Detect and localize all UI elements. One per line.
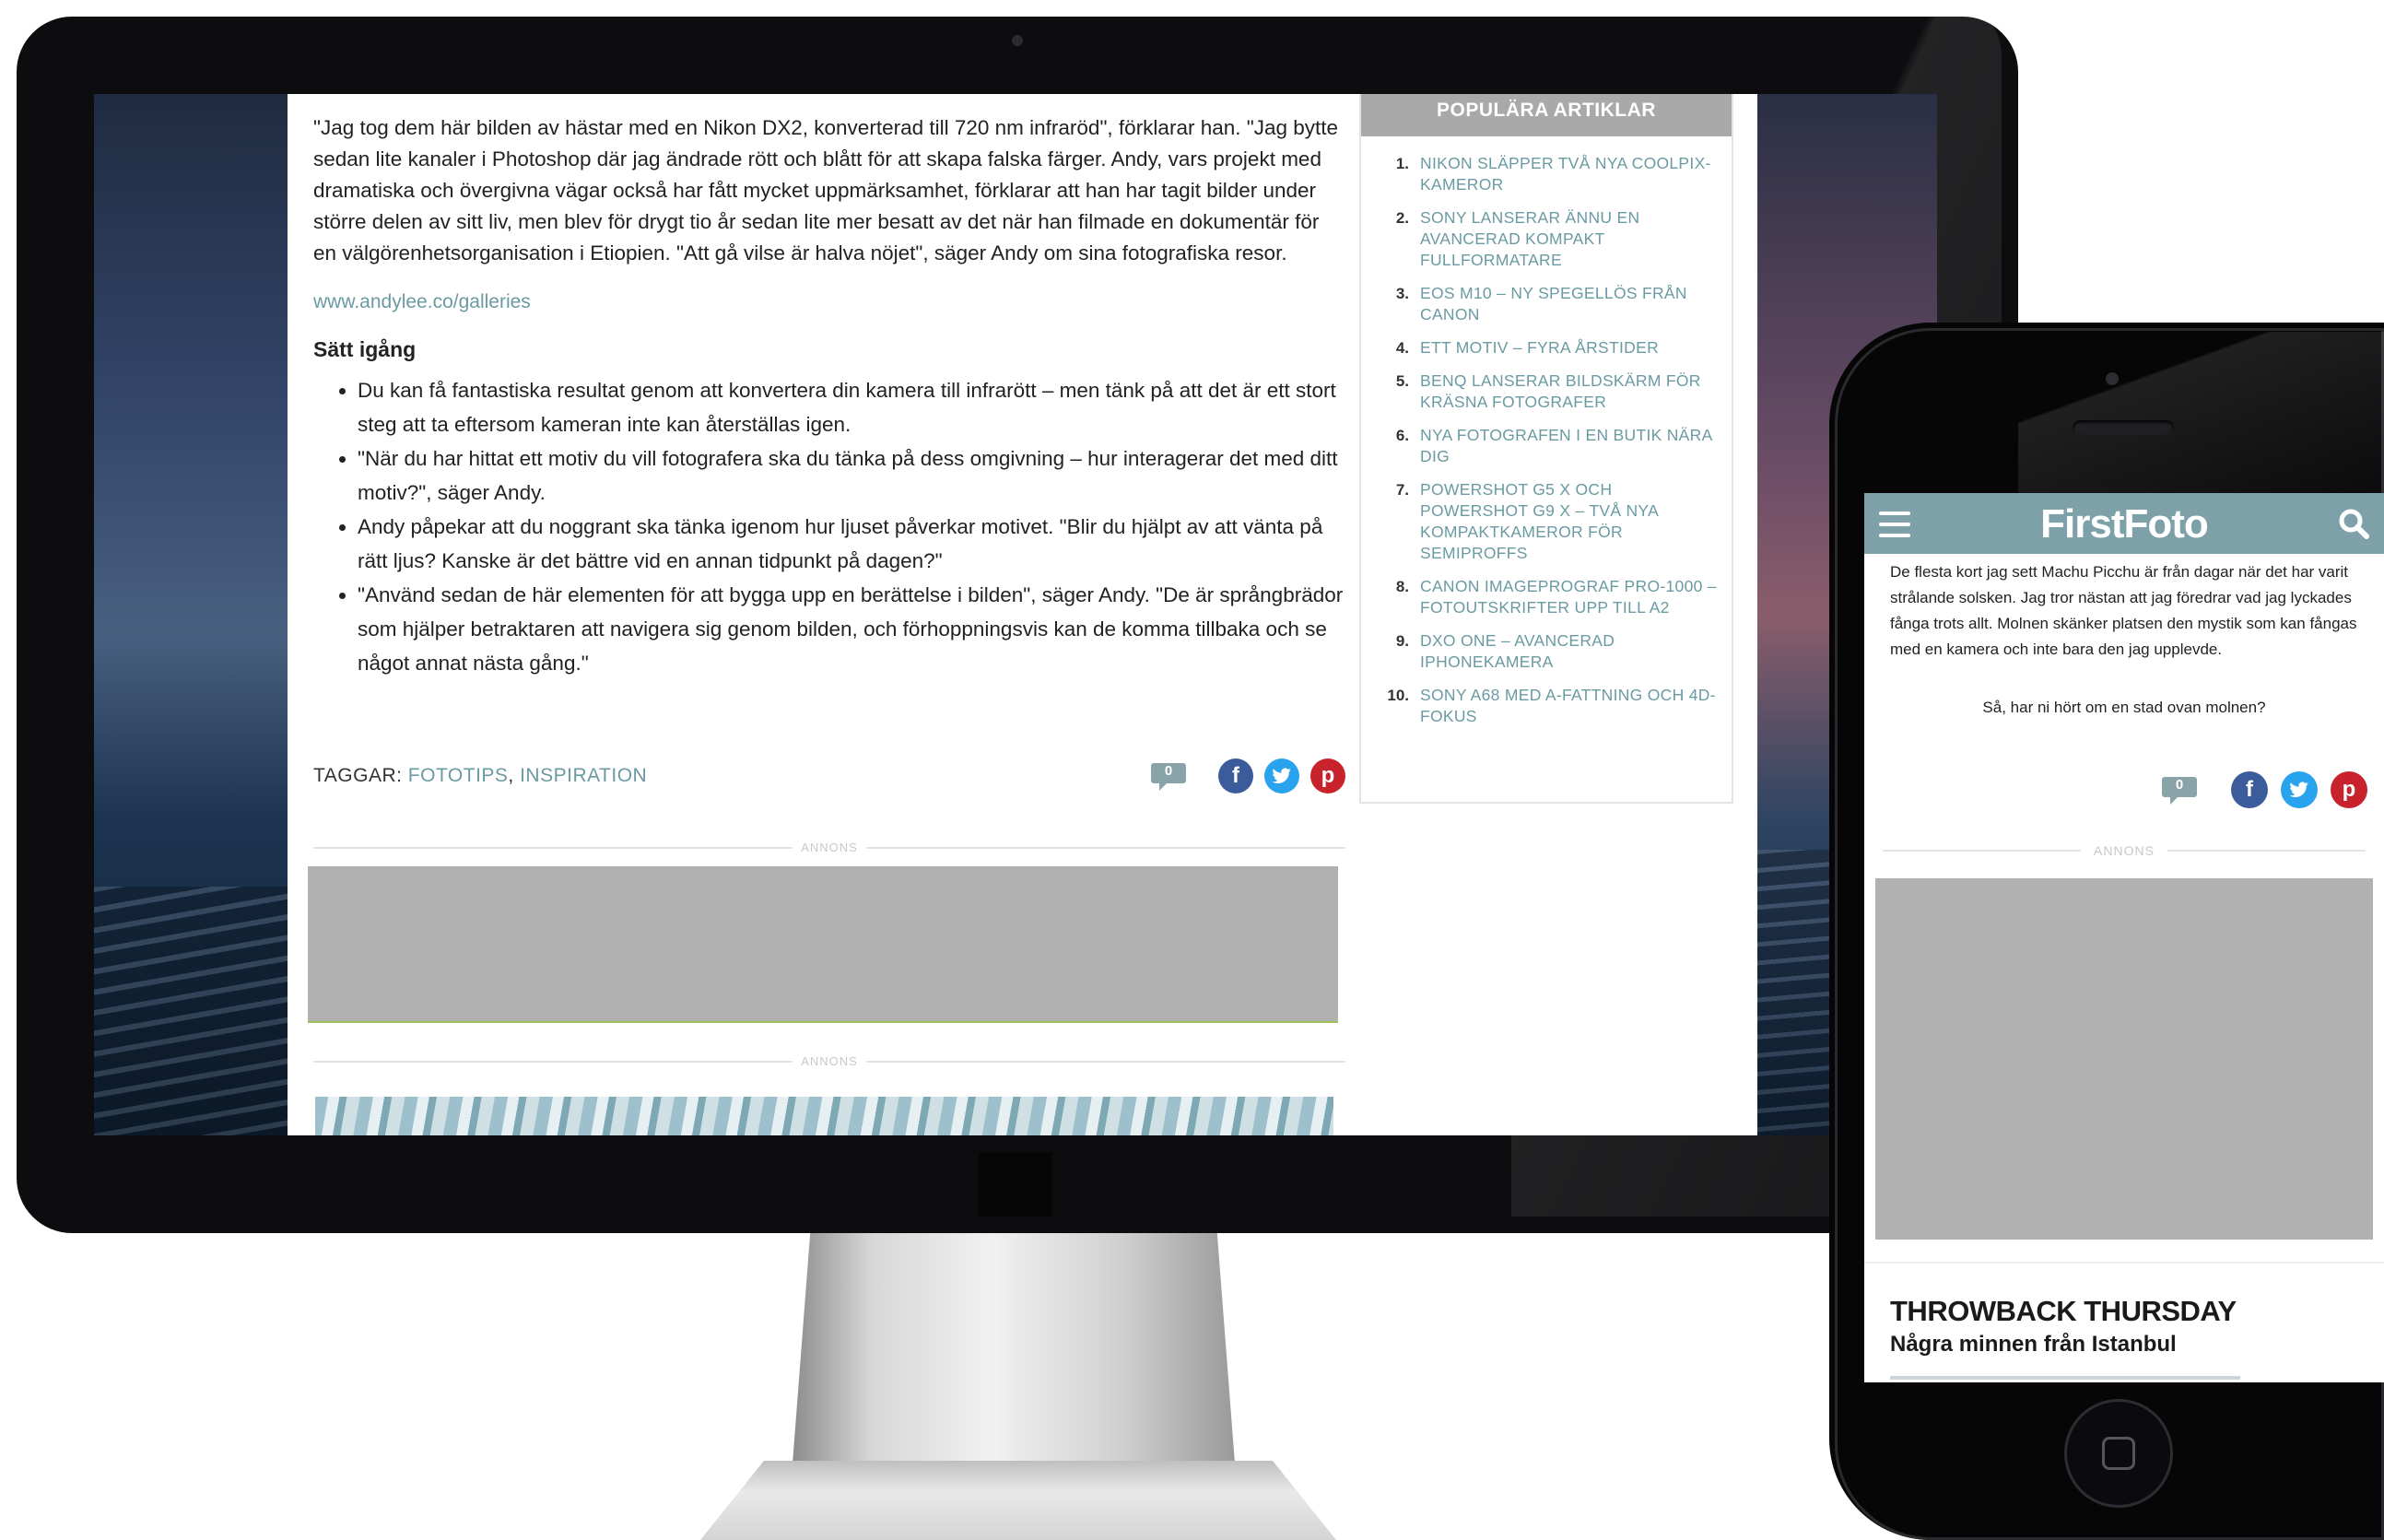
section-divider: [1864, 1262, 2384, 1264]
mobile-share-bar: 0 f p: [2161, 770, 2367, 810]
mobile-caption: Så, har ni hört om en stad ovan molnen?: [1982, 699, 2266, 716]
list-item[interactable]: 8. CANON IMAGEPROGRAF PRO-1000 – FOTOUTSK…: [1370, 576, 1719, 618]
list-item[interactable]: 4. ETT MOTIV – FYRA ÅRSTIDER: [1370, 337, 1719, 359]
mobile-header: FirstFoto: [1864, 493, 2384, 554]
ad-divider: ANNONS: [313, 839, 1345, 857]
facebook-icon[interactable]: f: [1218, 758, 1253, 794]
list-item: Andy påpekar att du noggrant ska tänka i…: [358, 510, 1345, 578]
phone-speaker: [2073, 420, 2174, 435]
gallery-link[interactable]: www.andylee.co/galleries: [313, 291, 1345, 313]
next-article-subtitle[interactable]: Några minnen från Istanbul: [1890, 1332, 2177, 1358]
item-number: 4.: [1395, 339, 1409, 357]
ad-banner[interactable]: [1875, 878, 2373, 1240]
list-item[interactable]: 5. BENQ LANSERAR BILDSKÄRM FÖR KRÄSNA FOT…: [1370, 370, 1719, 413]
list-item[interactable]: 3. EOS M10 – NY SPEGELLÖS FRÅN CANON: [1370, 283, 1719, 325]
phone-reflection: [2018, 332, 2384, 498]
item-title[interactable]: NIKON SLÄPPER TVÅ NYA COOLPIX-KAMEROR: [1420, 153, 1719, 195]
list-item: "När du har hittat ett motiv du vill fot…: [358, 441, 1345, 510]
list-item[interactable]: 10. SONY A68 MED A-FATTNING OCH 4D-FOKUS: [1370, 685, 1719, 727]
next-article-title[interactable]: THROWBACK THURSDAY: [1890, 1295, 2237, 1328]
list-item: Du kan få fantastiska resultat genom att…: [358, 373, 1345, 441]
popular-articles-list: 1. NIKON SLÄPPER TVÅ NYA COOLPIX-KAMEROR …: [1361, 153, 1732, 727]
comment-icon[interactable]: 0: [2161, 774, 2198, 805]
list-item[interactable]: 2. SONY LANSERAR ÄNNU EN AVANCERAD KOMPAK…: [1370, 207, 1719, 271]
next-article-excerpt: [1890, 1376, 2240, 1380]
item-title[interactable]: ETT MOTIV – FYRA ÅRSTIDER: [1420, 337, 1659, 359]
article-page: "Jag tog dem här bilden av hästar med en…: [288, 94, 1757, 1135]
item-title[interactable]: SONY LANSERAR ÄNNU EN AVANCERAD KOMPAKT …: [1420, 207, 1719, 271]
desktop-screen: "Jag tog dem här bilden av hästar med en…: [94, 94, 1937, 1135]
twitter-icon[interactable]: [1264, 758, 1299, 794]
divider-line: [866, 847, 1345, 849]
article-paragraph: "Jag tog dem här bilden av hästar med en…: [313, 116, 1339, 265]
monitor-stand-base: [700, 1461, 1336, 1540]
item-number: 9.: [1395, 632, 1409, 650]
item-number: 2.: [1395, 209, 1409, 227]
list-item[interactable]: 9. DXO ONE – AVANCERAD IPHONEKAMERA: [1370, 630, 1719, 673]
popular-articles: POPULÄRA ARTIKLAR 1. NIKON SLÄPPER TVÅ NY…: [1359, 94, 1733, 804]
mobile-screen: FirstFoto De flesta kort jag sett Machu …: [1864, 493, 2384, 1382]
article-subhead: Sätt igång: [313, 337, 417, 361]
item-title[interactable]: POWERSHOT G5 X OCH POWERSHOT G9 X – TVÅ …: [1420, 479, 1719, 564]
tag-link[interactable]: INSPIRATION: [520, 765, 647, 786]
pinterest-icon[interactable]: p: [1310, 758, 1345, 794]
home-icon: [2102, 1437, 2135, 1470]
item-number: 5.: [1395, 372, 1409, 390]
list-item[interactable]: 1. NIKON SLÄPPER TVÅ NYA COOLPIX-KAMEROR: [1370, 153, 1719, 195]
background-photo-left: [94, 94, 288, 1135]
item-title[interactable]: NYA FOTOGRAFEN I EN BUTIK NÄRA DIG: [1420, 425, 1719, 467]
item-title[interactable]: BENQ LANSERAR BILDSKÄRM FÖR KRÄSNA FOTOG…: [1420, 370, 1719, 413]
ad-banner[interactable]: [308, 866, 1338, 1023]
divider-line: [2167, 850, 2366, 852]
tags-label: TAGGAR:: [313, 765, 403, 786]
ad-divider: ANNONS: [313, 1052, 1345, 1071]
divider-line: [866, 1061, 1345, 1063]
monitor-logo: [979, 1152, 1052, 1217]
item-number: 3.: [1395, 285, 1409, 302]
tips-list: Du kan få fantastiska resultat genom att…: [313, 373, 1345, 680]
list-item[interactable]: 7. POWERSHOT G5 X OCH POWERSHOT G9 X – TV…: [1370, 479, 1719, 564]
list-item[interactable]: 6. NYA FOTOGRAFEN I EN BUTIK NÄRA DIG: [1370, 425, 1719, 467]
tags-share-row: TAGGAR: FOTOTIPS, INSPIRATION 0 f p: [313, 758, 1345, 794]
item-number: 1.: [1395, 155, 1409, 172]
phone-camera: [2106, 372, 2119, 385]
tag-link[interactable]: FOTOTIPS: [408, 765, 509, 786]
site-logo[interactable]: FirstFoto: [1864, 501, 2384, 547]
item-number: 8.: [1395, 578, 1409, 595]
monitor-camera: [1012, 35, 1023, 46]
comment-count: 0: [2175, 777, 2184, 793]
article-body: "Jag tog dem här bilden av hästar med en…: [313, 112, 1345, 680]
ad-divider: ANNONS: [1883, 841, 2366, 860]
home-button[interactable]: [2064, 1399, 2173, 1508]
tags: TAGGAR: FOTOTIPS, INSPIRATION: [313, 765, 647, 787]
tag-separator: ,: [508, 765, 521, 786]
comment-count: 0: [1164, 763, 1173, 779]
item-title[interactable]: DXO ONE – AVANCERAD IPHONEKAMERA: [1420, 630, 1719, 673]
twitter-icon[interactable]: [2281, 771, 2318, 808]
ad-image[interactable]: [315, 1097, 1333, 1135]
item-title[interactable]: EOS M10 – NY SPEGELLÖS FRÅN CANON: [1420, 283, 1719, 325]
mobile-article-text: De flesta kort jag sett Machu Picchu är …: [1890, 563, 2357, 658]
pinterest-icon[interactable]: p: [2331, 771, 2367, 808]
facebook-icon[interactable]: f: [2231, 771, 2268, 808]
share-bar: 0 f p: [1150, 758, 1345, 794]
item-number: 7.: [1395, 481, 1409, 499]
popular-articles-title: POPULÄRA ARTIKLAR: [1361, 94, 1732, 136]
item-number: 6.: [1395, 427, 1409, 444]
monitor-stand-neck: [793, 1233, 1235, 1464]
list-item: "Använd sedan de här elementen för att b…: [358, 578, 1345, 680]
item-number: 10.: [1387, 687, 1409, 704]
item-title[interactable]: CANON IMAGEPROGRAF PRO-1000 – FOTOUTSKRI…: [1420, 576, 1719, 618]
search-icon[interactable]: [2338, 508, 2369, 539]
comment-icon[interactable]: 0: [1150, 760, 1187, 792]
item-title[interactable]: SONY A68 MED A-FATTNING OCH 4D-FOKUS: [1420, 685, 1719, 727]
